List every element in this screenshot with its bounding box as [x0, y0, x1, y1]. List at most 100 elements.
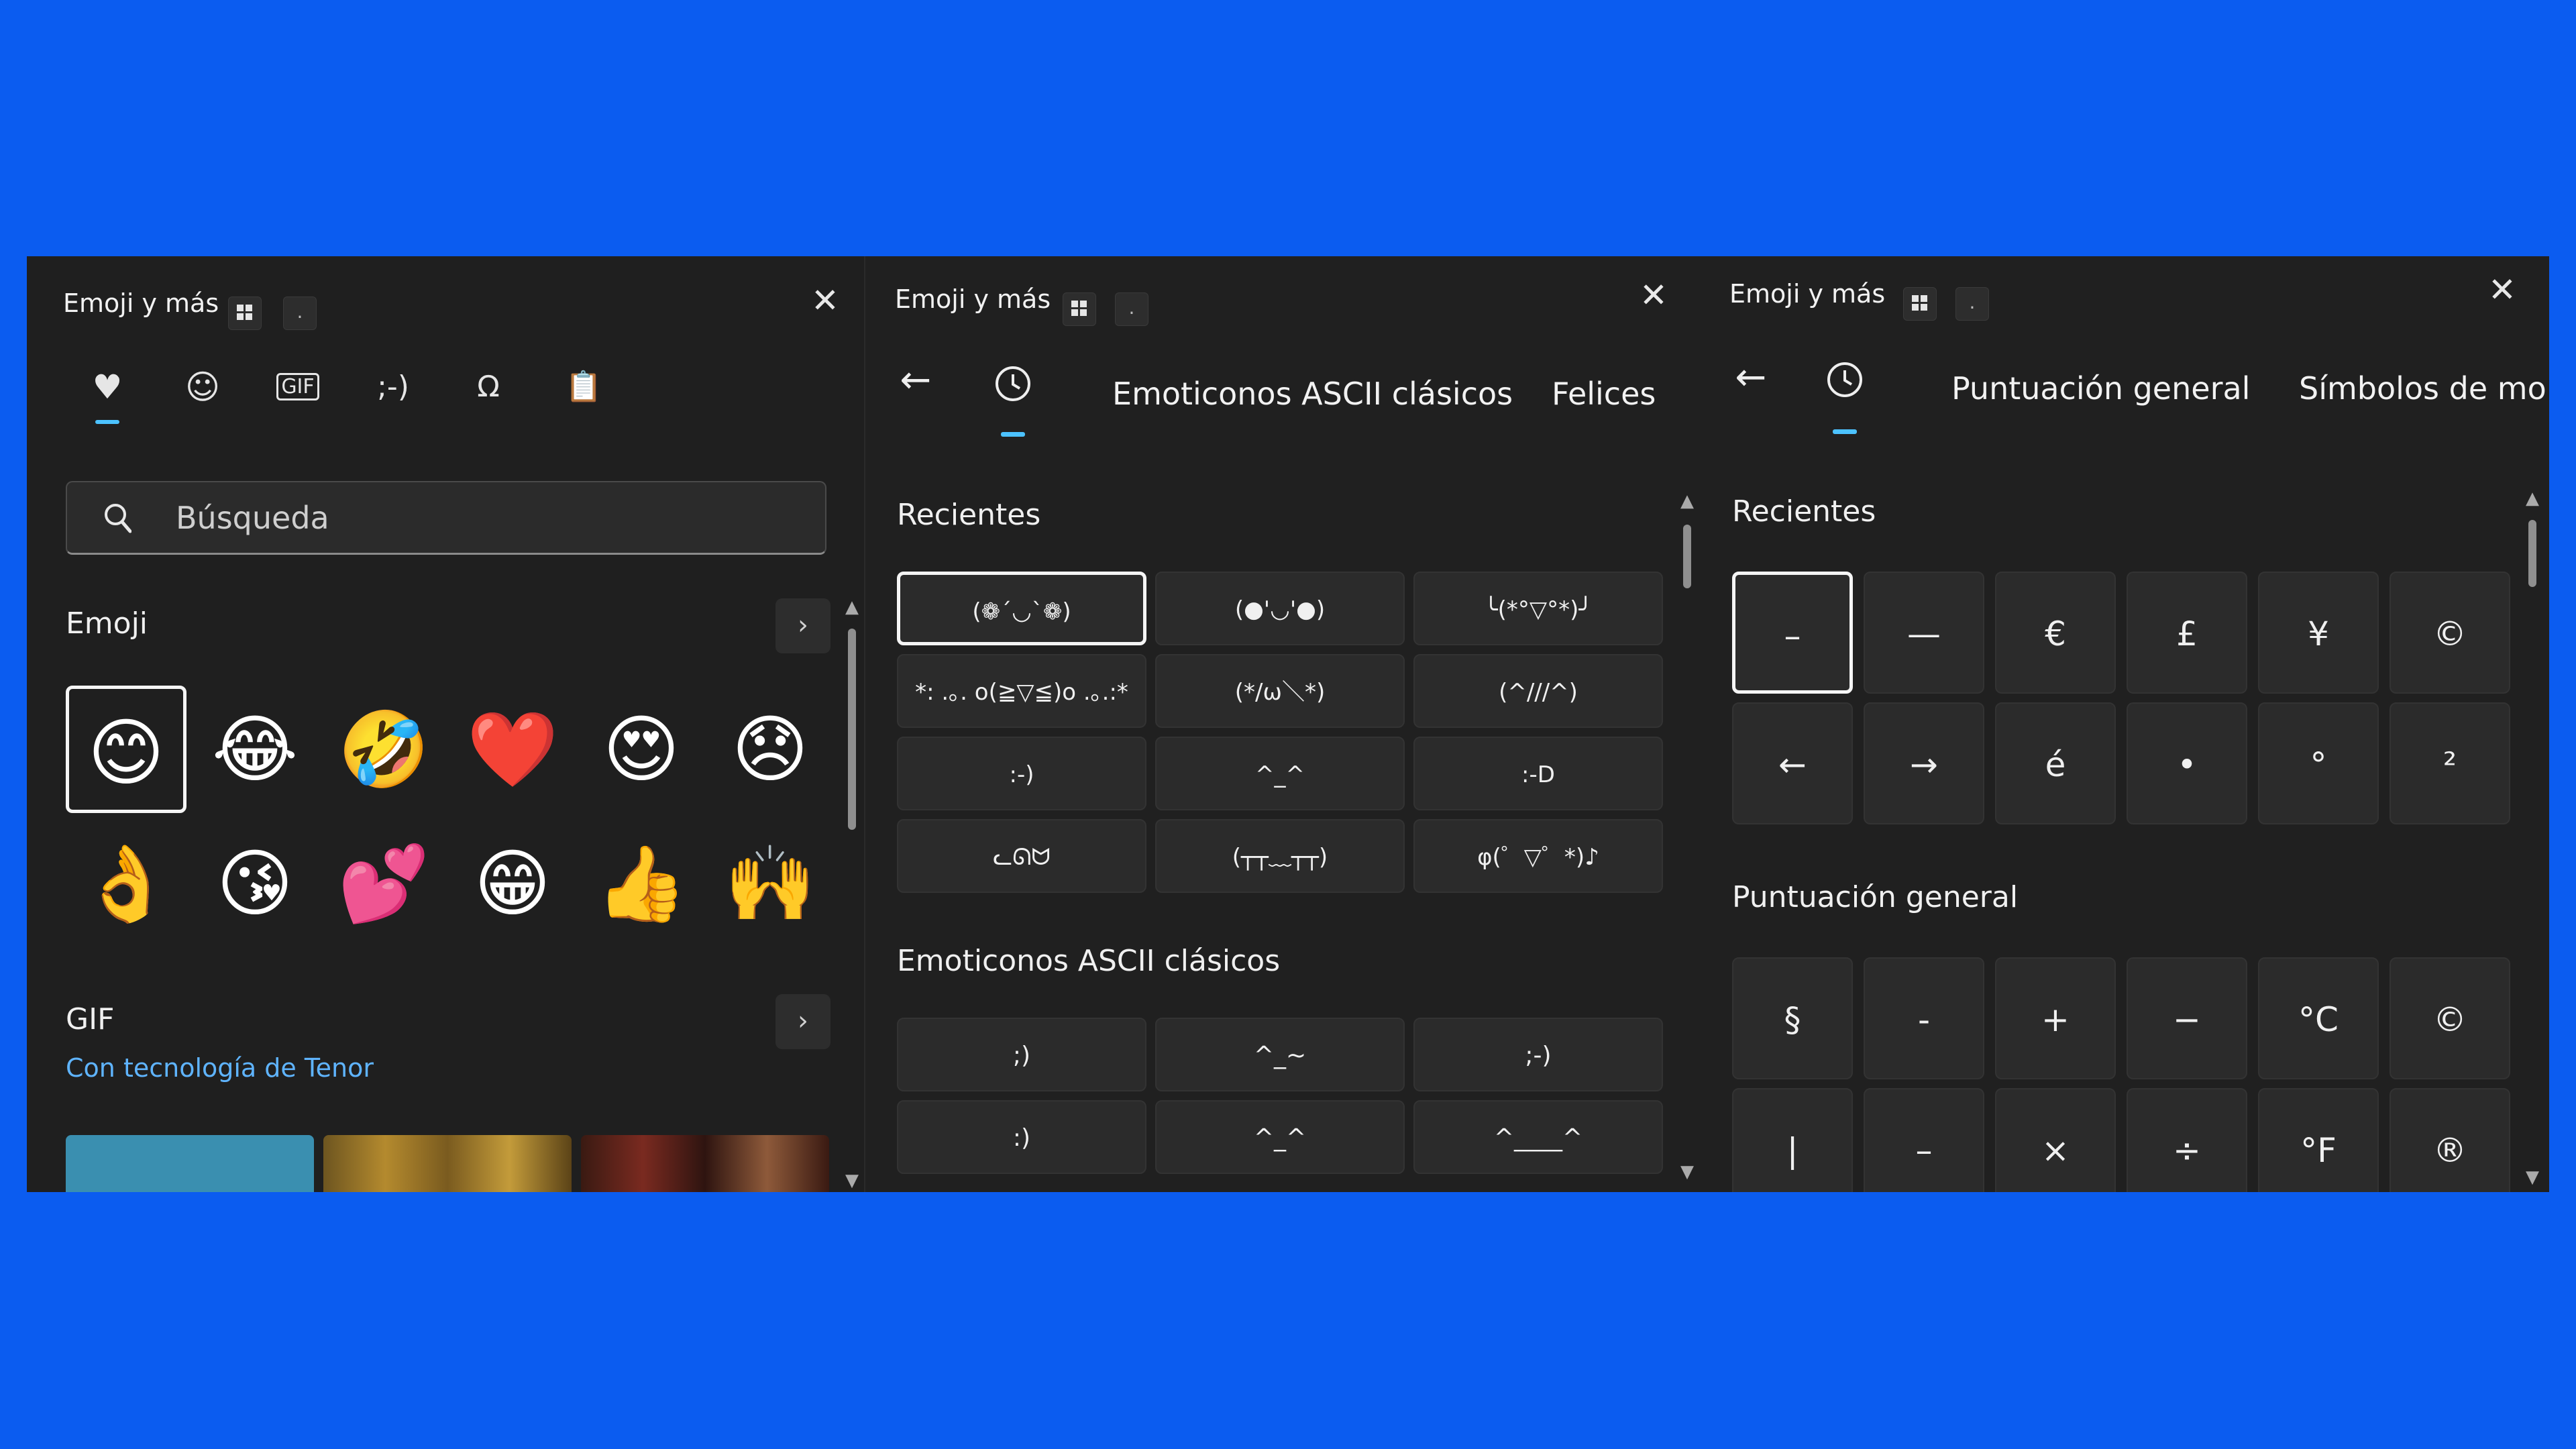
emoji-item[interactable]: 👌 — [66, 820, 186, 947]
symbol-button[interactable]: – — [1732, 572, 1853, 694]
kaomoji-button[interactable]: (^///^) — [1413, 654, 1663, 728]
clock-icon — [996, 366, 1030, 401]
back-button[interactable]: ← — [889, 357, 943, 411]
symbol-button[interactable]: | — [1732, 1088, 1853, 1192]
symbol-button[interactable]: ÷ — [2127, 1088, 2247, 1192]
emoji-item[interactable]: 👍 — [581, 820, 702, 947]
kaomoji-button[interactable]: ^____^ — [1413, 1100, 1663, 1174]
emoji-item[interactable]: 💕 — [323, 820, 444, 947]
kaomoji-button[interactable]: :-) — [897, 737, 1146, 810]
emoji-more-button[interactable]: › — [775, 598, 830, 653]
symbol-button[interactable]: × — [1995, 1088, 2116, 1192]
emoji-item[interactable]: 🤣 — [323, 686, 444, 813]
symbol-button[interactable]: • — [2127, 702, 2247, 824]
gif-more-button[interactable]: › — [775, 994, 830, 1049]
symbol-button[interactable]: é — [1995, 702, 2116, 824]
symbol-button[interactable]: € — [1995, 572, 2116, 694]
tab-gif[interactable]: GIF — [264, 357, 331, 424]
gif-thumbnail[interactable] — [323, 1135, 572, 1192]
smiley-icon: ☺ — [184, 368, 221, 407]
emoji-item[interactable]: 😁 — [452, 820, 573, 947]
emoji-item[interactable]: 😂 — [195, 686, 315, 813]
close-button[interactable]: ✕ — [805, 280, 845, 321]
kaomoji-button[interactable]: :-D — [1413, 737, 1663, 810]
emoji-item[interactable]: 🙌 — [710, 820, 830, 947]
tab-emoji[interactable]: ♥ — [74, 357, 141, 424]
tab-smileys[interactable]: ☺ — [169, 357, 236, 424]
close-button[interactable]: ✕ — [2482, 270, 2522, 310]
search-input[interactable] — [174, 497, 781, 539]
period-key: . — [283, 297, 317, 330]
symbol-button[interactable]: – — [1864, 1088, 1984, 1192]
symbol-button[interactable]: → — [1864, 702, 1984, 824]
symbol-button[interactable]: °C — [2258, 957, 2379, 1079]
kaomoji-button[interactable]: ;) — [897, 1018, 1146, 1091]
gif-section-title: GIF — [66, 1002, 115, 1036]
kaomoji-button[interactable]: ╰(*°▽°*)╯ — [1413, 572, 1663, 645]
kaomoji-button[interactable]: *: .｡. o(≧▽≦)o .｡.:* — [897, 654, 1146, 728]
kaomoji-button[interactable]: (┬┬﹏┬┬) — [1155, 819, 1405, 893]
tab-classic-ascii[interactable]: Emoticonos ASCII clásicos — [1112, 376, 1513, 412]
symbol-button[interactable]: ° — [2258, 702, 2379, 824]
search-box[interactable] — [66, 481, 826, 555]
kaomoji-button[interactable]: φ(゜▽゜*)♪ — [1413, 819, 1663, 893]
tab-general-punctuation[interactable]: Puntuación general — [1951, 370, 2250, 407]
emoji-item[interactable]: 😘 — [195, 820, 315, 947]
emoji-item[interactable]: 😍 — [581, 686, 702, 813]
title-bar: Emoji y más . ✕ — [865, 256, 1701, 330]
symbol-button[interactable]: + — [1995, 957, 2116, 1079]
kaomoji-button[interactable]: :) — [897, 1100, 1146, 1174]
windows-key-icon — [228, 297, 262, 330]
scroll-up-icon[interactable]: ▲ — [2524, 490, 2540, 507]
scroll-thumb[interactable] — [2528, 520, 2536, 587]
tab-clipboard[interactable]: 📋 — [550, 357, 617, 424]
emoji-item[interactable]: ❤️ — [452, 686, 573, 813]
close-button[interactable]: ✕ — [1633, 275, 1674, 315]
symbol-button[interactable]: − — [2127, 957, 2247, 1079]
emoji-item[interactable]: 😞 — [710, 686, 830, 813]
symbol-button[interactable]: © — [2390, 572, 2510, 694]
kaomoji-button[interactable]: ;-) — [1413, 1018, 1663, 1091]
symbol-button[interactable]: ² — [2390, 702, 2510, 824]
scroll-down-icon[interactable]: ▼ — [1679, 1163, 1695, 1181]
gif-thumbnail[interactable] — [66, 1135, 314, 1192]
recent-tab[interactable] — [986, 357, 1040, 437]
scroll-thumb[interactable] — [848, 629, 856, 830]
symbol-button[interactable]: ® — [2390, 1088, 2510, 1192]
scroll-thumb[interactable] — [1683, 525, 1691, 588]
tab-happy[interactable]: Felices — [1552, 376, 1656, 412]
tenor-link[interactable]: Con tecnología de Tenor — [66, 1053, 374, 1083]
kaomoji-button[interactable]: ᓚᘏᗢ — [897, 819, 1146, 893]
scroll-down-icon[interactable]: ▼ — [2524, 1169, 2540, 1186]
scroll-up-icon[interactable]: ▲ — [1679, 492, 1695, 510]
symbol-button[interactable]: — — [1864, 572, 1984, 694]
symbol-button[interactable]: © — [2390, 957, 2510, 1079]
kaomoji-button[interactable]: ^_~ — [1155, 1018, 1405, 1091]
clipboard-icon: 📋 — [565, 370, 602, 404]
emoji-item[interactable]: 😊 — [66, 686, 186, 813]
symbol-button[interactable]: £ — [2127, 572, 2247, 694]
gif-thumbnail[interactable] — [581, 1135, 829, 1192]
kaomoji-button[interactable]: ^_^ — [1155, 1100, 1405, 1174]
scrollbar[interactable]: ▲ ▼ — [2524, 490, 2540, 1187]
kaomoji-button[interactable]: (*/ω＼*) — [1155, 654, 1405, 728]
symbol-button[interactable]: § — [1732, 957, 1853, 1079]
recent-tab[interactable] — [1818, 354, 1872, 434]
scroll-down-icon[interactable]: ▼ — [844, 1172, 860, 1189]
kaomoji-button[interactable]: (●'◡'●) — [1155, 572, 1405, 645]
scroll-up-icon[interactable]: ▲ — [844, 598, 860, 616]
scrollbar[interactable]: ▲ ▼ — [1679, 492, 1695, 1183]
tab-symbols[interactable]: Ω — [455, 357, 522, 424]
kaomoji-button[interactable]: ^_^ — [1155, 737, 1405, 810]
gif-icon: GIF — [276, 373, 319, 400]
symbol-button[interactable]: ← — [1732, 702, 1853, 824]
category-tabs: ♥ ☺ GIF ;-) Ω 📋 — [27, 357, 864, 424]
kaomoji-button[interactable]: (❁´◡`❁) — [897, 572, 1146, 645]
symbol-button[interactable]: °F — [2258, 1088, 2379, 1192]
scrollbar[interactable]: ▲ ▼ — [844, 598, 860, 1192]
tab-kaomoji[interactable]: ;-) — [360, 357, 427, 424]
symbol-button[interactable]: ¥ — [2258, 572, 2379, 694]
tab-currency-symbols[interactable]: Símbolos de mo — [2299, 370, 2546, 407]
back-button[interactable]: ← — [1724, 354, 1778, 408]
symbol-button[interactable]: - — [1864, 957, 1984, 1079]
